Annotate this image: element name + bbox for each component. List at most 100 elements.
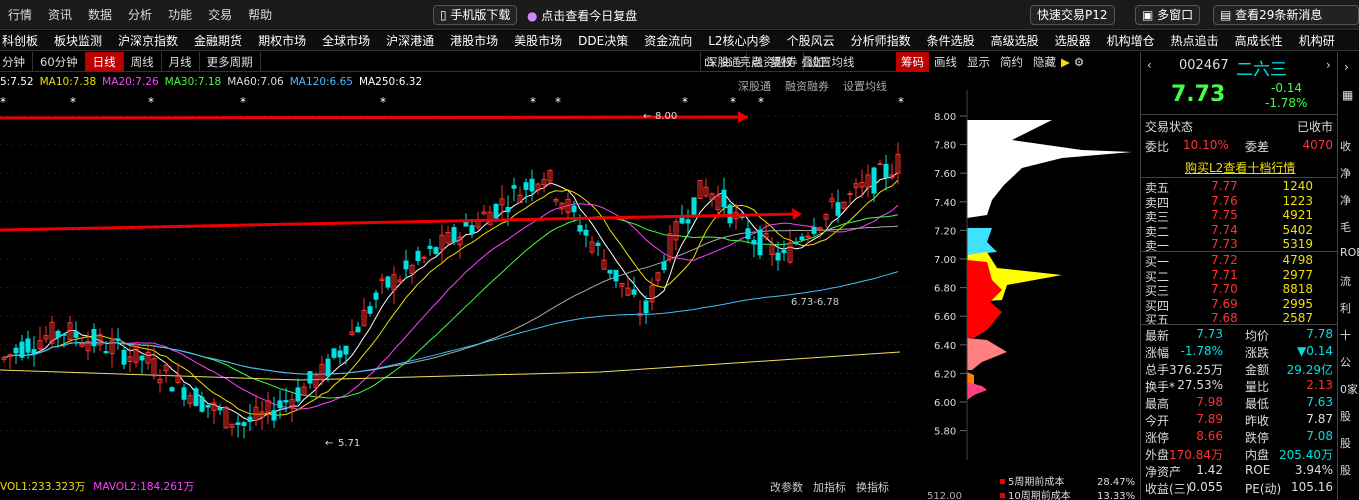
adjust-button[interactable]: 复权 — [766, 54, 797, 70]
stat-value: 29.29亿 — [1286, 363, 1333, 377]
vol2-value: MAVOL2:184.261万 — [93, 481, 195, 493]
candle-body — [805, 235, 811, 238]
volume-toolbar: 改参数 加指标 换指标 — [770, 479, 899, 495]
add-indicator-button[interactable]: 加指标 — [813, 479, 846, 495]
l2-link[interactable]: 购买L2查看十档行情 — [1185, 159, 1295, 176]
nav-item[interactable]: 板块监测 — [46, 32, 110, 49]
tab-minute[interactable]: 分钟 — [0, 51, 33, 72]
simple-button[interactable]: 简约 — [995, 54, 1028, 70]
y-tick-label: 6.60 — [934, 312, 956, 323]
event-marker[interactable]: * — [898, 95, 904, 109]
nav-item[interactable]: 科创板 — [0, 32, 46, 49]
nav-item[interactable]: 分析师指数 — [843, 32, 919, 49]
candle-body — [427, 245, 433, 249]
side-label: 净 — [1340, 194, 1351, 207]
highlight-button[interactable]: 亮点 — [735, 54, 766, 70]
overlay-button[interactable]: 叠加 — [797, 54, 828, 70]
menu-item-0[interactable]: 行情 — [0, 6, 40, 23]
multi-window-label: 多窗口 — [1157, 8, 1194, 22]
zoom-icon[interactable]: ⊞ — [718, 55, 736, 69]
tab-daily[interactable]: 日线 — [85, 51, 124, 72]
news-button[interactable]: ▤ 查看29条新消息 — [1213, 5, 1359, 25]
stat-label: 最高 — [1145, 397, 1170, 411]
nav-item[interactable]: 高级选股 — [983, 32, 1047, 49]
lock-icon[interactable]: ⊡ — [700, 55, 718, 69]
tab-monthly[interactable]: 月线 — [162, 51, 200, 72]
draw-button[interactable]: 画线 — [929, 54, 962, 70]
candle-body — [613, 269, 619, 282]
quick-trade-button[interactable]: 快速交易P12 — [1030, 5, 1115, 25]
event-marker[interactable]: * — [682, 95, 688, 109]
weibi-label: 委比 — [1145, 140, 1170, 154]
tab-weekly[interactable]: 周线 — [124, 51, 162, 72]
nav-item[interactable]: 沪深京指数 — [110, 32, 186, 49]
nav-item[interactable]: 期权市场 — [250, 32, 314, 49]
play-icon[interactable]: ▶ — [1061, 55, 1070, 69]
nav-item[interactable]: 美股市场 — [506, 32, 570, 49]
status-value: 已收市 — [1296, 120, 1333, 134]
side-label: 利 — [1340, 302, 1351, 315]
y-tick-label: 5.80 — [934, 427, 956, 438]
nav-item[interactable]: 港股市场 — [442, 32, 506, 49]
menu-item-6[interactable]: 帮助 — [240, 6, 280, 23]
multi-window-button[interactable]: ▣ 多窗口 — [1135, 5, 1201, 25]
menu-item-5[interactable]: 交易 — [200, 6, 240, 23]
nav-item[interactable]: 金融期货 — [186, 32, 250, 49]
chips-button[interactable]: 筹码 — [896, 52, 929, 72]
display-button[interactable]: 显示 — [962, 54, 995, 70]
candle-body — [403, 260, 409, 270]
nav-item[interactable]: 机构增仓 — [1099, 32, 1163, 49]
candle-body — [451, 227, 457, 243]
stat-value: 7.78 — [1306, 327, 1333, 341]
replay-link[interactable]: ● 点击查看今日复盘 — [527, 7, 637, 24]
book-row[interactable]: 买五 7.68 2587 — [1141, 311, 1337, 328]
next-stock-icon[interactable]: › — [1326, 58, 1331, 72]
menu-item-3[interactable]: 分析 — [120, 6, 160, 23]
event-marker[interactable]: * — [0, 95, 6, 109]
event-marker[interactable]: * — [148, 95, 154, 109]
nav-item[interactable]: DDE决策 — [570, 32, 636, 49]
prev-page-icon[interactable]: › — [1344, 60, 1349, 74]
book-volume: 2587 — [1282, 311, 1313, 325]
candle-body — [91, 329, 97, 347]
nav-item[interactable]: 全球市场 — [314, 32, 378, 49]
mobile-download-button[interactable]: ▯ 手机版下载 — [433, 5, 518, 25]
candle-body — [799, 236, 805, 241]
prev-stock-icon[interactable]: ‹ — [1147, 58, 1152, 72]
nav-item[interactable]: L2核心内参 — [700, 32, 778, 49]
book-volume: 4921 — [1282, 208, 1313, 222]
switch-indicator-button[interactable]: 换指标 — [856, 479, 889, 495]
nav-item[interactable]: 条件选股 — [919, 32, 983, 49]
gear-icon[interactable]: ⚙ — [1074, 55, 1084, 69]
menu-item-2[interactable]: 数据 — [80, 6, 120, 23]
event-marker[interactable]: * — [555, 95, 561, 109]
nav-item[interactable]: 机构研 — [1291, 32, 1343, 49]
menu-item-1[interactable]: 资讯 — [40, 6, 80, 23]
event-marker[interactable]: * — [380, 95, 386, 109]
event-marker[interactable]: * — [730, 95, 736, 109]
event-marker[interactable]: * — [530, 95, 536, 109]
nav-item[interactable]: 资金流向 — [636, 32, 700, 49]
tab-more-periods[interactable]: 更多周期 — [200, 51, 261, 72]
event-marker[interactable]: * — [240, 95, 246, 109]
event-marker[interactable]: * — [758, 95, 764, 109]
tab-60min[interactable]: 60分钟 — [33, 51, 86, 72]
edit-params-button[interactable]: 改参数 — [770, 479, 803, 495]
nav-item[interactable]: 个股风云 — [779, 32, 843, 49]
grid-icon[interactable]: ▦ — [1342, 88, 1353, 102]
candle-body — [331, 348, 337, 358]
nav-item[interactable]: 高成长性 — [1227, 32, 1291, 49]
nav-item[interactable]: 热点追击 — [1163, 32, 1227, 49]
menu-item-4[interactable]: 功能 — [160, 6, 200, 23]
kline-chart[interactable]: * * * * * * * * * * * ← 8.00 ← 5.71 6.73-6.78 — [0, 90, 912, 475]
event-marker[interactable]: * — [70, 95, 76, 109]
book-volume: 8818 — [1282, 282, 1313, 296]
nav-item[interactable]: 选股器 — [1047, 32, 1099, 49]
candle-body — [385, 276, 391, 288]
candle-body — [631, 289, 637, 295]
hide-button[interactable]: 隐藏 — [1028, 54, 1061, 70]
candle-body — [241, 422, 247, 426]
candle-body — [373, 292, 379, 300]
y-tick-label: 8.00 — [934, 112, 956, 123]
nav-item[interactable]: 沪深港通 — [378, 32, 442, 49]
